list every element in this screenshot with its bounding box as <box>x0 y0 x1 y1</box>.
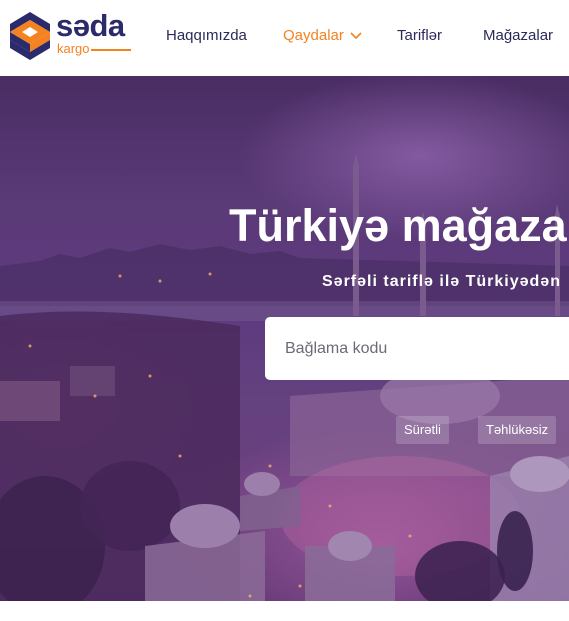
nav-item-haqqimizda[interactable]: Haqqımızda <box>166 27 247 44</box>
site-header: səda kargo Haqqımızda Qaydalar Tariflər … <box>0 0 569 76</box>
main-nav: Haqqımızda Qaydalar Tariflər Mağazalar <box>0 0 569 76</box>
hero-subtitle: Sərfəli tariflə ilə Türkiyədən <box>322 273 561 290</box>
tag-fast: Sürətli <box>396 416 449 444</box>
nav-item-tarifler[interactable]: Tariflər <box>397 27 442 44</box>
tag-safe: Təhlükəsiz <box>478 416 557 444</box>
hero-title: Türkiyə mağazala <box>229 200 569 251</box>
hero-banner: Türkiyə mağazala Sərfəli tariflə ilə Tür… <box>0 76 569 601</box>
nav-item-magazalar[interactable]: Mağazalar <box>483 27 553 44</box>
nav-item-qaydalar[interactable]: Qaydalar <box>283 27 344 44</box>
chevron-down-icon[interactable] <box>350 30 362 40</box>
tracking-code-input[interactable] <box>265 317 569 380</box>
page-bottom-strip <box>0 601 569 621</box>
